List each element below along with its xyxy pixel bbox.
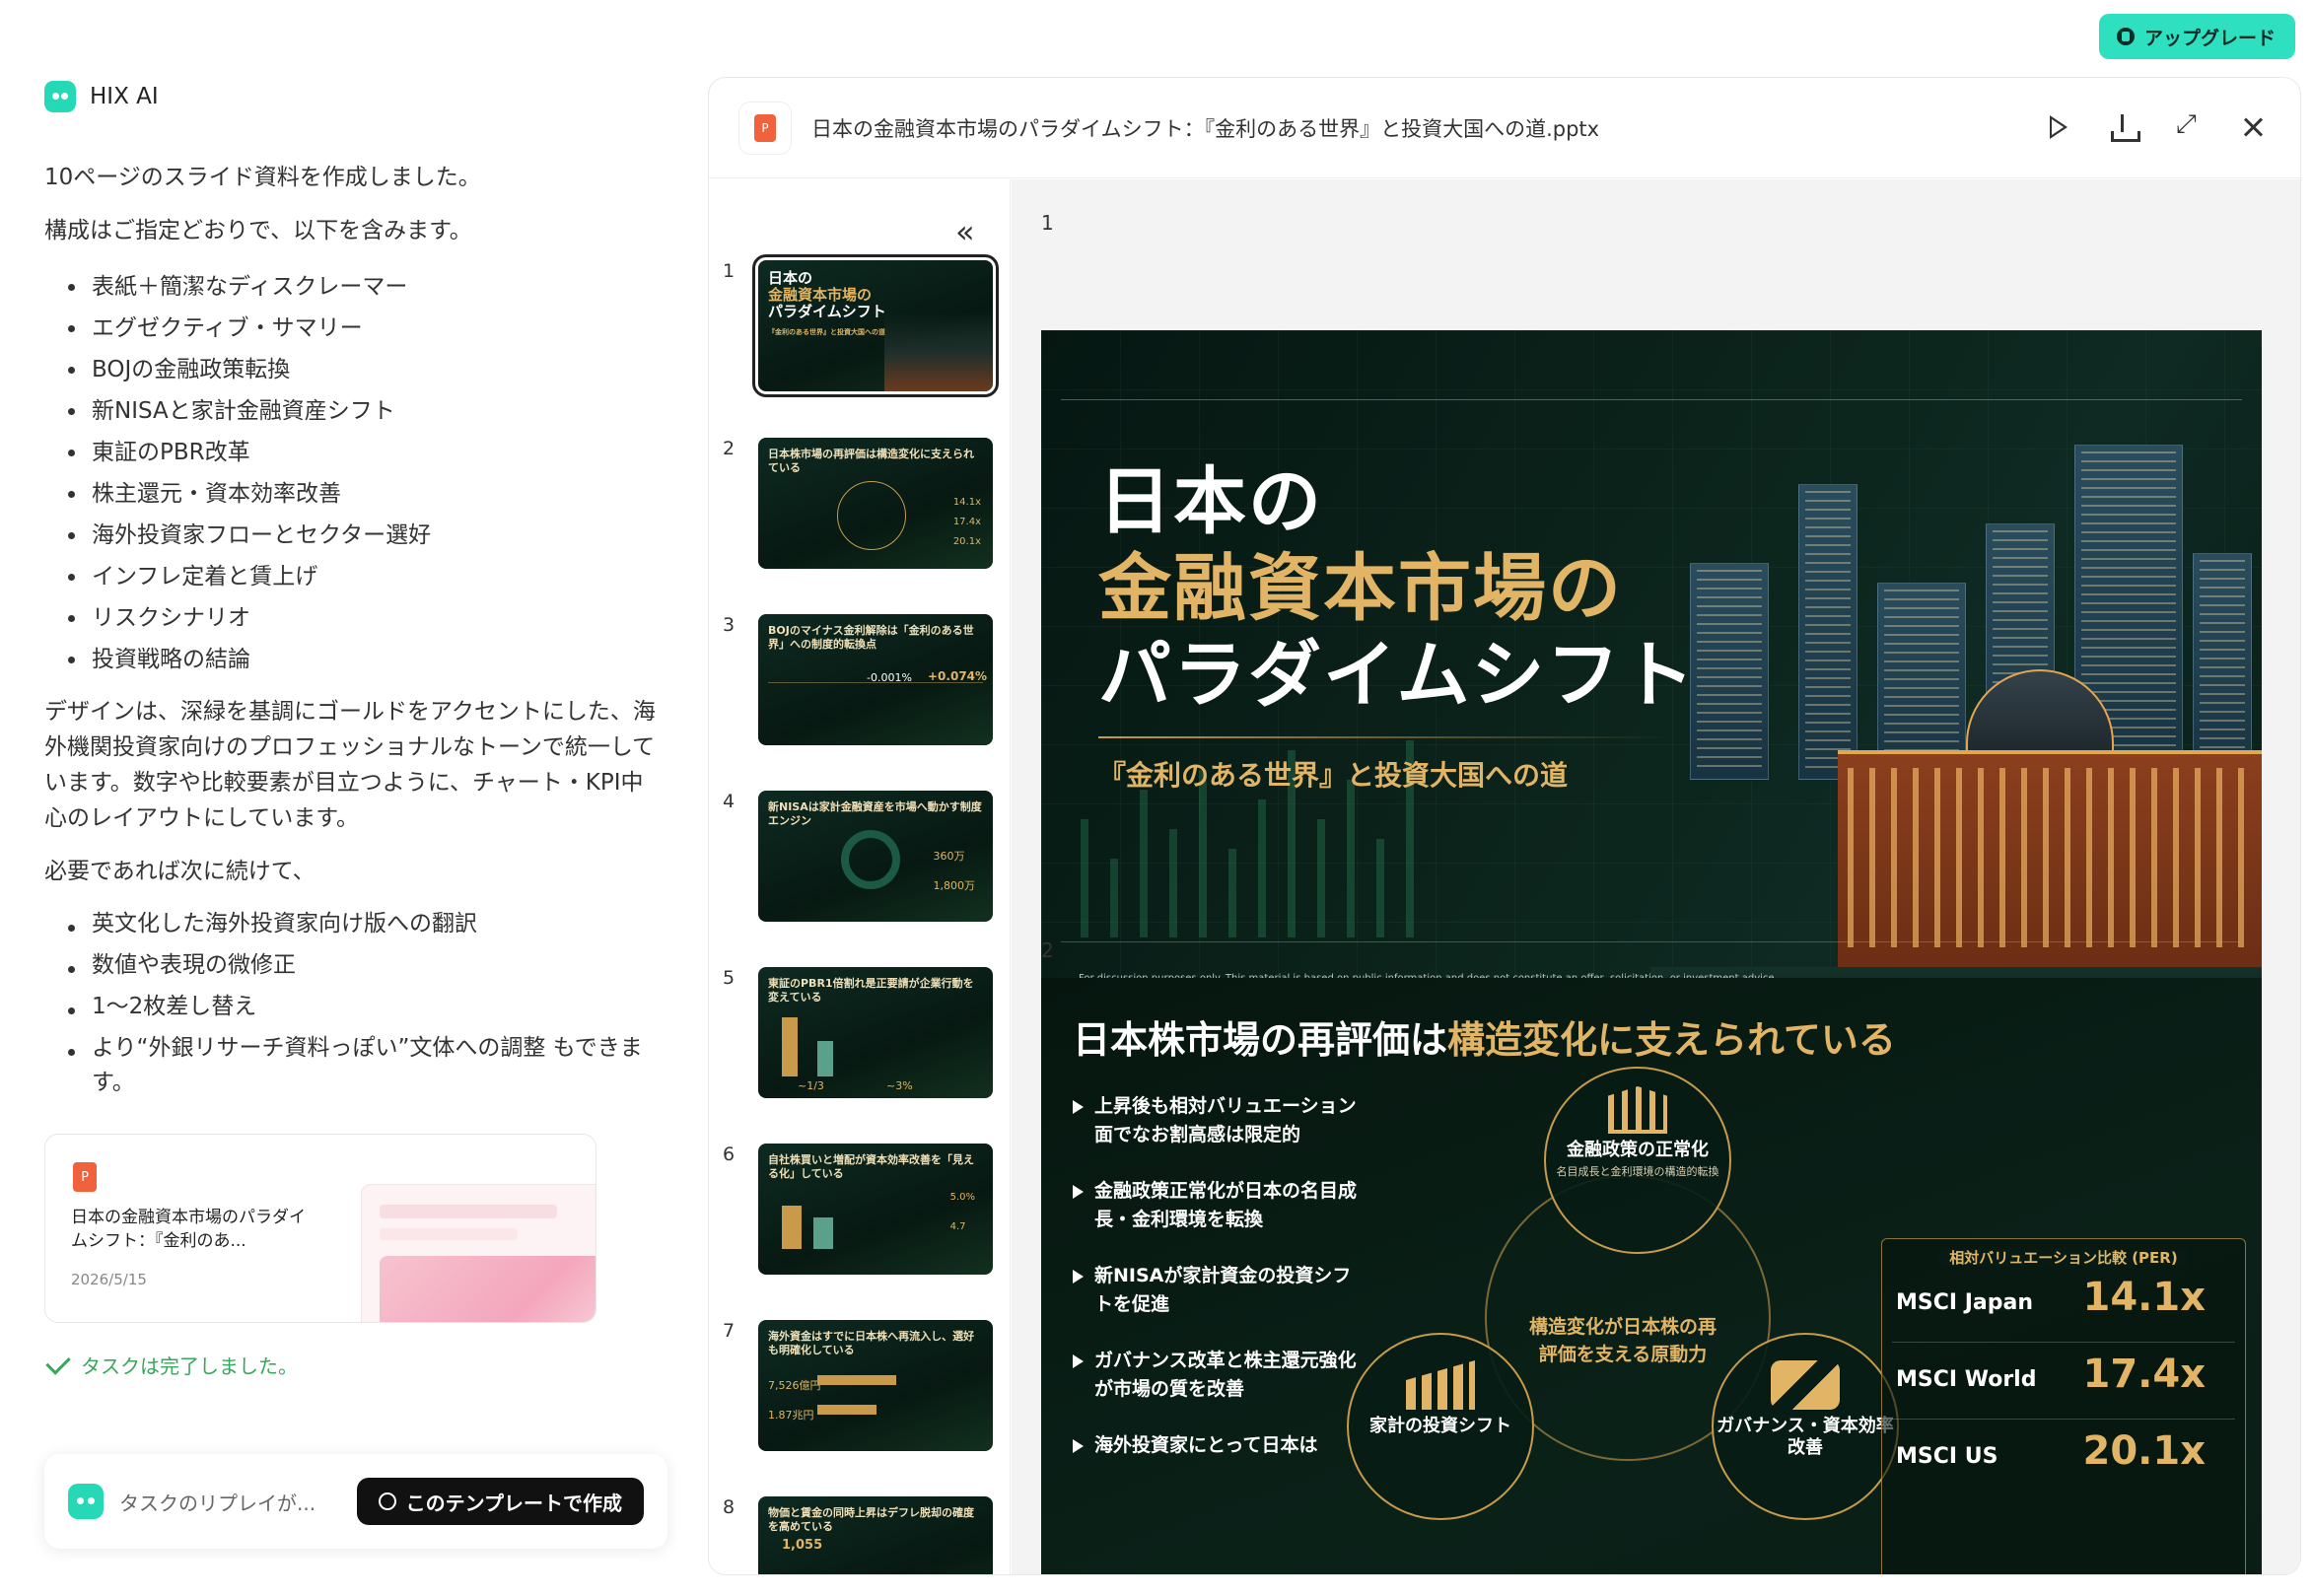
thumbnail-image[interactable]: 日本株市場の再評価は構造変化に支えられている 14.1x 17.4x 20.1x: [758, 438, 993, 569]
slide-bullet: 新NISAが家計資金の投資シフトを促進: [1073, 1262, 1368, 1319]
check-icon: [45, 1349, 71, 1375]
list-item: 投資戦略の結論: [68, 639, 666, 680]
slide-2-bullets: 上昇後も相対バリュエーション面でなお割高感は限定的 金融政策正常化が日本の名目成…: [1073, 1092, 1368, 1488]
chat-panel: HIX AI 10ページのスライド資料を作成しました。 構成はご指定どおりで、以…: [0, 0, 690, 1596]
brand-name: HIX AI: [90, 84, 159, 109]
upgrade-label: アップグレード: [2143, 27, 2276, 49]
list-item: 1〜2枚差し替え: [68, 990, 666, 1024]
thumbnail-number: 4: [723, 791, 736, 812]
hix-logo-icon: [44, 81, 76, 112]
file-preview-thumbnail: [361, 1184, 596, 1322]
per-row-name: MSCI US: [1896, 1444, 1998, 1469]
upgrade-icon: [2116, 28, 2135, 45]
per-comparison-table: 相対バリュエーション比較 (PER) MSCI Japan 14.1x MSCI…: [1881, 1238, 2246, 1574]
per-row-name: MSCI World: [1896, 1367, 2037, 1392]
slide-thumbnail-list[interactable]: « 1 日本の 金融資本市場の パラダイムシフト 『金利のある世界』と投資大国へ…: [709, 179, 1011, 1574]
template-button-label: このテンプレートで作成: [405, 1491, 622, 1515]
list-item: 海外投資家フローとセクター選好: [68, 515, 666, 556]
slide-1-subtitle: 『金利のある世界』と投資大国への道: [1098, 759, 1569, 792]
list-item: インフレ定着と賃上げ: [68, 556, 666, 597]
circle-monetary-policy: 金融政策の正常化 名目成長と金利環境の構造的転換: [1544, 1067, 1731, 1254]
slide-number: 1: [1041, 211, 1054, 235]
slide-bullet: 海外投資家にとって日本は: [1073, 1431, 1368, 1460]
bank-icon: [1608, 1086, 1667, 1134]
file-date: 2026/5/15: [71, 1271, 147, 1288]
structure-list: 表紙＋簡潔なディスクレーマー エグゼクティブ・サマリー BOJの金融政策転換 新…: [44, 266, 666, 680]
structure-diagram: 金融政策の正常化 名目成長と金利環境の構造的転換 家計の投資シフト ガバナンス・…: [1347, 1067, 1899, 1574]
brand: HIX AI: [44, 81, 159, 112]
pptx-file-icon: P: [73, 1162, 97, 1192]
list-item: 東証のPBR改革: [68, 432, 666, 473]
slide-number: 2: [1041, 938, 1054, 962]
task-status-text: タスクは完了しました。: [81, 1354, 298, 1378]
thumbnail-number: 8: [723, 1496, 736, 1518]
list-item: 英文化した海外投資家向け版への翻訳: [68, 907, 666, 941]
create-with-template-button[interactable]: このテンプレートで作成: [356, 1478, 644, 1525]
slide-2: 日本株市場の再評価は構造変化に支えられている 上昇後も相対バリュエーション面でな…: [1041, 978, 2262, 1574]
thumbnail-number: 7: [723, 1320, 736, 1342]
per-row-value: 17.4x: [2082, 1352, 2207, 1397]
expand-icon[interactable]: [2170, 109, 2206, 145]
pptx-file-icon: P: [738, 101, 792, 155]
handshake-icon: [1771, 1360, 1840, 1410]
tokyo-night-image: [1650, 445, 2262, 1016]
thumbnail-image[interactable]: 物価と賃金の同時上昇はデフレ脱却の確度を高めている 1,055: [758, 1496, 993, 1574]
download-icon[interactable]: [2105, 109, 2140, 145]
slide-canvas[interactable]: 1 日本の 金融資本市場の パラダイムシフト 『金利のある世界』と投資大国への道…: [1012, 179, 2300, 1574]
list-item: BOJの金融政策転換: [68, 349, 666, 390]
slide-2-title: 日本株市場の再評価は構造変化に支えられている: [1073, 1018, 1896, 1062]
message-design-note: デザインは、深緑を基調にゴールドをアクセントにした、海外機関投資家向けのプロフェ…: [44, 699, 656, 831]
thumbnail-image[interactable]: 海外資金はすでに日本株へ再流入し、選好も明確化している 7,526億円 1.87兆…: [758, 1320, 993, 1451]
assistant-message: 10ページのスライド資料を作成しました。 構成はご指定どおりで、以下を含みます。…: [44, 160, 666, 1114]
thumbnail-image[interactable]: 自社株買いと増配が資本効率改善を「見える化」している 5.0% 4.7: [758, 1144, 993, 1275]
per-row-value: 20.1x: [2082, 1428, 2207, 1474]
list-item: より“外銀リサーチ資料っぽい”文体への調整 もできます。: [68, 1031, 666, 1100]
diagram-center-text: 構造変化が日本株の再評価を支える原動力: [1528, 1316, 1717, 1365]
upgrade-button[interactable]: アップグレード: [2098, 14, 2295, 59]
thumbnail-image[interactable]: BOJのマイナス金利解除は「金利のある世界」への制度的転換点 -0.001% +…: [758, 614, 993, 745]
list-item: 株主還元・資本効率改善: [68, 473, 666, 515]
viewer-title: 日本の金融資本市場のパラダイムシフト：『金利のある世界』と投資大国への道.ppt…: [811, 116, 1600, 141]
slide-1-title: 日本の 金融資本市場の パラダイムシフト: [1098, 459, 1697, 718]
presentation-viewer: P 日本の金融資本市場のパラダイムシフト：『金利のある世界』と投資大国への道.p…: [708, 77, 2301, 1575]
message-intro: 10ページのスライド資料を作成しました。: [44, 165, 481, 190]
replay-text: タスクのリプレイが...: [119, 1491, 316, 1515]
family-growth-icon: [1406, 1360, 1475, 1410]
per-row-value: 14.1x: [2082, 1275, 2207, 1320]
file-name: 日本の金融資本市場のパラダイムシフト：『金利のあ...: [71, 1208, 306, 1251]
thumbnail-image[interactable]: 東証のPBR1倍割れ是正要請が企業行動を変えている ~1/3 ~3%: [758, 967, 993, 1098]
message-next-intro: 必要であれば次に続けて、: [44, 859, 315, 884]
circle-governance: ガバナンス・資本効率改善: [1712, 1333, 1899, 1520]
thumbnail-number: 3: [723, 614, 736, 636]
slide-1: 日本の 金融資本市場の パラダイムシフト 『金利のある世界』と投資大国への道 F…: [1041, 330, 2262, 1016]
thumbnail-number: 5: [723, 967, 736, 989]
slide-bullet: ガバナンス改革と株主還元強化が市場の質を改善: [1073, 1347, 1368, 1404]
file-card[interactable]: P 日本の金融資本市場のパラダイムシフト：『金利のあ... 2026/5/15: [44, 1134, 596, 1323]
list-item: エグゼクティブ・サマリー: [68, 308, 666, 349]
collapse-sidebar-icon[interactable]: «: [955, 213, 975, 250]
next-list: 英文化した海外投資家向け版への翻訳 数値や表現の微修正 1〜2枚差し替え より“…: [44, 907, 666, 1100]
circle-household-shift: 家計の投資シフト: [1347, 1333, 1534, 1520]
list-item: 新NISAと家計金融資産シフト: [68, 390, 666, 432]
list-item: 表紙＋簡潔なディスクレーマー: [68, 266, 666, 308]
slide-bullet: 金融政策正常化が日本の名目成長・金利環境を転換: [1073, 1177, 1368, 1234]
thumbnail-number: 6: [723, 1144, 736, 1165]
list-item: リスクシナリオ: [68, 597, 666, 639]
template-icon: [378, 1492, 396, 1510]
close-icon[interactable]: [2235, 109, 2271, 145]
task-status: タスクは完了しました。: [45, 1349, 298, 1379]
replay-bar: タスクのリプレイが... このテンプレートで作成: [44, 1454, 667, 1549]
list-item: 数値や表現の微修正: [68, 948, 666, 983]
thumbnail-number: 2: [723, 438, 736, 459]
hix-logo-icon: [68, 1484, 104, 1519]
thumbnail-image[interactable]: 日本の 金融資本市場の パラダイムシフト 『金利のある世界』と投資大国への道: [752, 254, 999, 397]
thumbnail-image[interactable]: 新NISAは家計金融資産を市場へ動かす制度エンジン 360万 1,800万: [758, 791, 993, 922]
per-row-name: MSCI Japan: [1896, 1290, 2034, 1315]
slide-bullet: 上昇後も相対バリュエーション面でなお割高感は限定的: [1073, 1092, 1368, 1149]
thumbnail-number: 1: [723, 260, 736, 282]
play-icon[interactable]: [2040, 109, 2075, 145]
message-structure-intro: 構成はご指定どおりで、以下を含みます。: [44, 218, 472, 243]
viewer-header: P 日本の金融資本市場のパラダイムシフト：『金利のある世界』と投資大国への道.p…: [709, 78, 2300, 178]
